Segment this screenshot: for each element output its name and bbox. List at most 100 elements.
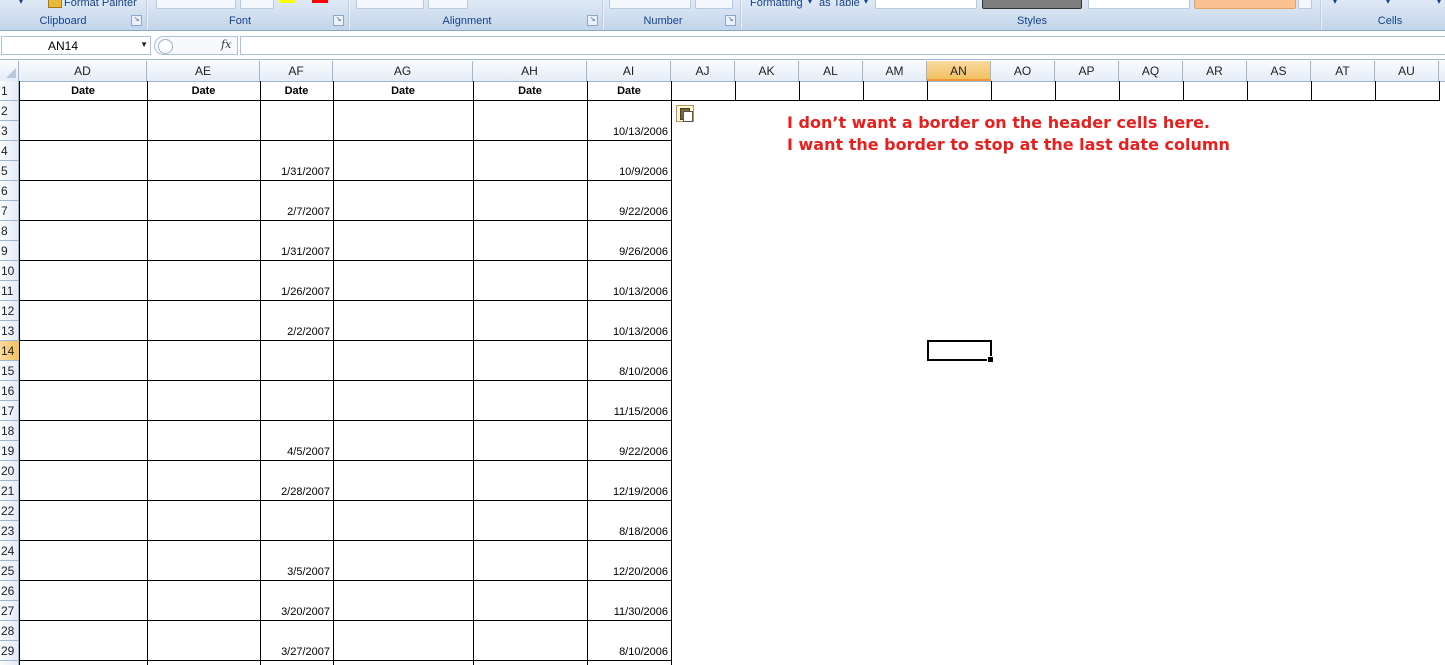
merge-center-button[interactable] <box>428 0 468 9</box>
number-format-controls[interactable] <box>609 0 691 9</box>
row-header-3[interactable]: 3 <box>0 121 19 141</box>
date-cell-AF3[interactable] <box>260 125 330 139</box>
date-cell-AF11[interactable]: 1/26/2007 <box>260 285 330 299</box>
header-cell-AI[interactable]: Date <box>587 84 671 98</box>
row-header-24[interactable]: 24 <box>0 541 19 561</box>
row-header-16[interactable]: 16 <box>0 381 19 401</box>
cell-style-normal[interactable] <box>875 0 977 9</box>
column-header-AH[interactable]: AH <box>473 61 587 81</box>
insert-dropdown-icon[interactable]: ▾ <box>1333 0 1337 6</box>
name-box-dropdown-icon[interactable]: ▼ <box>140 40 148 49</box>
row-header-14[interactable]: 14 <box>0 341 19 361</box>
paste-options-icon[interactable] <box>676 105 694 122</box>
row-header-5[interactable]: 5 <box>0 161 19 181</box>
date-cell-AF29[interactable]: 3/27/2007 <box>260 645 330 659</box>
date-cell-AI21[interactable]: 12/19/2006 <box>587 485 668 499</box>
row-header-28[interactable]: 28 <box>0 621 19 641</box>
row-header-27[interactable]: 27 <box>0 601 19 621</box>
date-cell-AI5[interactable]: 10/9/2006 <box>587 165 668 179</box>
row-header-12[interactable]: 12 <box>0 301 19 321</box>
row-header-11[interactable]: 11 <box>0 281 19 301</box>
column-header-AG[interactable]: AG <box>333 61 473 81</box>
date-cell-AF27[interactable]: 3/20/2007 <box>260 605 330 619</box>
date-cell-AI23[interactable]: 8/18/2006 <box>587 525 668 539</box>
row-header-23[interactable]: 23 <box>0 521 19 541</box>
column-header-AQ[interactable]: AQ <box>1119 61 1183 81</box>
date-cell-AI27[interactable]: 11/30/2006 <box>587 605 668 619</box>
date-cell-AF13[interactable]: 2/2/2007 <box>260 325 330 339</box>
format-as-table-dropdown-icon[interactable]: ▾ <box>864 0 868 6</box>
date-cell-AF21[interactable]: 2/28/2007 <box>260 485 330 499</box>
row-header-13[interactable]: 13 <box>0 321 19 341</box>
column-header-AI[interactable]: AI <box>587 61 671 81</box>
row-header-1[interactable]: 1 <box>0 81 19 101</box>
date-cell-AF23[interactable] <box>260 525 330 539</box>
date-cell-AI19[interactable]: 9/22/2006 <box>587 445 668 459</box>
column-header-AD[interactable]: AD <box>19 61 147 81</box>
row-header-9[interactable]: 9 <box>0 241 19 261</box>
date-cell-AF25[interactable]: 3/5/2007 <box>260 565 330 579</box>
date-cell-AI15[interactable]: 8/10/2006 <box>587 365 668 379</box>
conditional-formatting-button[interactable]: Formatting <box>750 0 803 9</box>
date-cell-AF5[interactable]: 1/31/2007 <box>260 165 330 179</box>
date-cell-AI9[interactable]: 9/26/2006 <box>587 245 668 259</box>
conditional-formatting-dropdown-icon[interactable]: ▾ <box>808 0 812 6</box>
row-header-15[interactable]: 15 <box>0 361 19 381</box>
row-header-4[interactable]: 4 <box>0 141 19 161</box>
worksheet-grid[interactable]: I don’t want a border on the header cell… <box>19 81 1445 665</box>
row-header-2[interactable]: 2 <box>0 101 19 121</box>
paste-dropdown-icon[interactable]: ▾ <box>19 0 23 6</box>
cell-style-calculation[interactable] <box>1194 0 1296 9</box>
row-header-25[interactable]: 25 <box>0 561 19 581</box>
format-dropdown-icon[interactable]: ▾ <box>1437 0 1441 6</box>
column-header-AF[interactable]: AF <box>260 61 333 81</box>
date-cell-AI11[interactable]: 10/13/2006 <box>587 285 668 299</box>
date-cell-AF9[interactable]: 1/31/2007 <box>260 245 330 259</box>
font-launcher-icon[interactable]: ↘ <box>333 15 344 26</box>
row-header-29[interactable]: 29 <box>0 641 19 661</box>
row-header-20[interactable]: 20 <box>0 461 19 481</box>
alignment-controls[interactable] <box>356 0 424 9</box>
column-header-AP[interactable]: AP <box>1055 61 1119 81</box>
column-header-AR[interactable]: AR <box>1183 61 1247 81</box>
row-header-18[interactable]: 18 <box>0 421 19 441</box>
column-header-AM[interactable]: AM <box>863 61 927 81</box>
format-painter-button[interactable]: Format Painter <box>64 0 137 9</box>
header-cell-AE[interactable]: Date <box>147 84 260 98</box>
styles-more-button[interactable] <box>1298 0 1312 9</box>
cell-style-check[interactable] <box>982 0 1082 9</box>
row-header-8[interactable]: 8 <box>0 221 19 241</box>
cell-style-neutral[interactable] <box>1088 0 1190 9</box>
fx-icon[interactable]: fx <box>221 38 231 51</box>
row-header-7[interactable]: 7 <box>0 201 19 221</box>
column-header-AN[interactable]: AN <box>927 61 991 81</box>
header-cell-AF[interactable]: Date <box>260 84 333 98</box>
date-cell-AF19[interactable]: 4/5/2007 <box>260 445 330 459</box>
date-cell-AI3[interactable]: 10/13/2006 <box>587 125 668 139</box>
decimal-buttons[interactable] <box>695 0 733 9</box>
column-header-AL[interactable]: AL <box>799 61 863 81</box>
column-header-AU[interactable]: AU <box>1375 61 1439 81</box>
highlight-color-icon[interactable] <box>279 0 295 3</box>
alignment-launcher-icon[interactable]: ↘ <box>587 15 598 26</box>
row-header-6[interactable]: 6 <box>0 181 19 201</box>
number-launcher-icon[interactable]: ↘ <box>725 15 736 26</box>
select-all-icon[interactable] <box>0 61 19 81</box>
date-cell-AI7[interactable]: 9/22/2006 <box>587 205 668 219</box>
row-header-17[interactable]: 17 <box>0 401 19 421</box>
delete-dropdown-icon[interactable]: ▾ <box>1386 0 1390 6</box>
date-cell-AI17[interactable]: 11/15/2006 <box>587 405 668 419</box>
date-cell-AF17[interactable] <box>260 405 330 419</box>
column-header-AK[interactable]: AK <box>735 61 799 81</box>
column-header-AS[interactable]: AS <box>1247 61 1311 81</box>
date-cell-AI25[interactable]: 12/20/2006 <box>587 565 668 579</box>
row-header-19[interactable]: 19 <box>0 441 19 461</box>
date-cell-AI13[interactable]: 10/13/2006 <box>587 325 668 339</box>
formula-input[interactable] <box>240 36 1445 55</box>
header-cell-AG[interactable]: Date <box>333 84 473 98</box>
column-header-AT[interactable]: AT <box>1311 61 1375 81</box>
clipboard-launcher-icon[interactable]: ↘ <box>131 15 142 26</box>
header-cell-AD[interactable]: Date <box>19 84 147 98</box>
borders-button[interactable] <box>240 0 274 9</box>
row-header-22[interactable]: 22 <box>0 501 19 521</box>
